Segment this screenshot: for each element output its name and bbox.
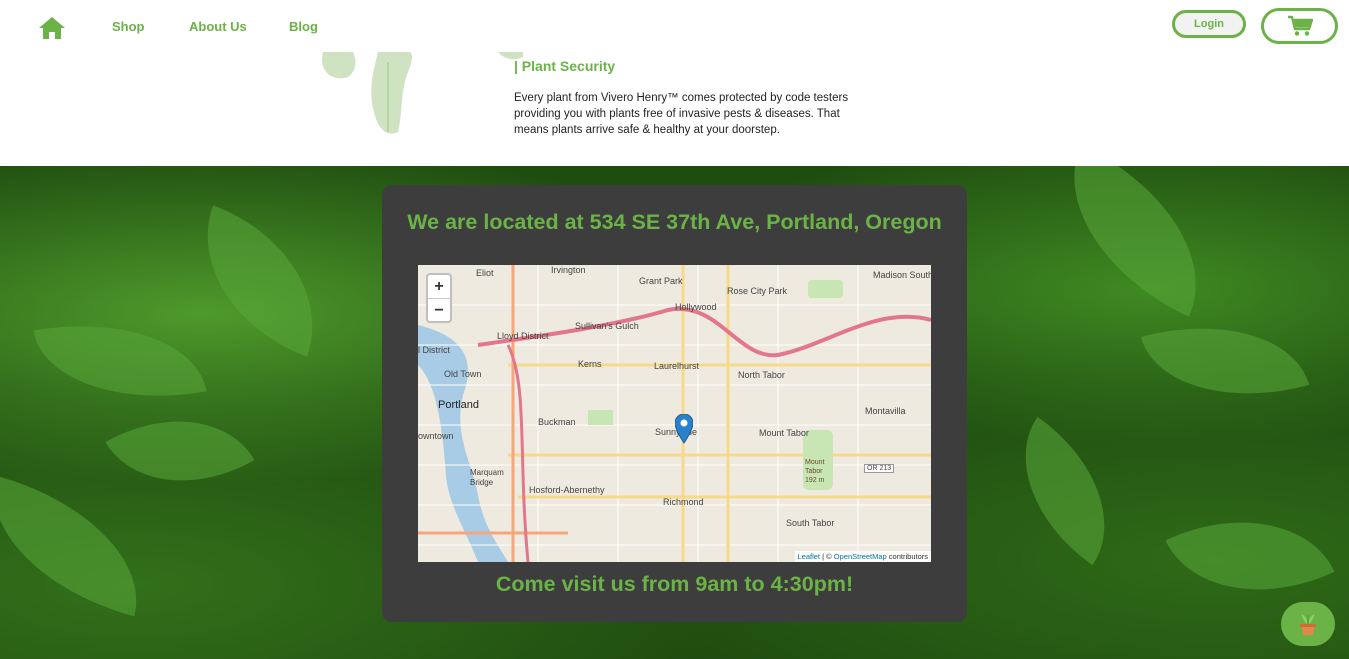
nav-link-blog[interactable]: Blog xyxy=(289,19,318,34)
zoom-in-button[interactable]: + xyxy=(428,275,450,298)
nav-link-about-us[interactable]: About Us xyxy=(189,19,247,34)
map-label: Madison South xyxy=(873,270,931,280)
zoom-control: + − xyxy=(426,273,452,323)
map-label: Rose City Park xyxy=(727,286,788,296)
decorative-plant-icon xyxy=(322,52,523,134)
map-label: North Tabor xyxy=(738,370,785,380)
map-label: Sullivan's Gulch xyxy=(575,321,639,331)
map[interactable]: Eliot Irvington Grant Park Rose City Par… xyxy=(418,265,931,562)
leaflet-link[interactable]: Leaflet xyxy=(798,552,821,561)
map-label: Richmond xyxy=(663,497,704,507)
map-label: Irvington xyxy=(551,265,586,275)
map-label: l District xyxy=(418,345,450,355)
map-label: Old Town xyxy=(444,369,482,379)
zoom-out-button[interactable]: − xyxy=(428,298,450,322)
map-label: OR 213 xyxy=(864,464,895,473)
opening-hours: Come visit us from 9am to 4:30pm! xyxy=(495,572,854,596)
map-label: South Tabor xyxy=(786,518,835,528)
map-label: owntown xyxy=(418,431,454,441)
map-label: Buckman xyxy=(538,417,576,427)
login-button[interactable]: Login xyxy=(1172,10,1246,38)
map-label: Montavilla xyxy=(865,406,906,416)
map-marker-icon[interactable] xyxy=(675,414,693,444)
map-label: Lloyd District xyxy=(497,331,549,341)
map-attribution: Leaflet | © OpenStreetMap contributors xyxy=(794,551,931,562)
osm-link[interactable]: OpenStreetMap xyxy=(834,552,887,561)
cart-icon xyxy=(1287,15,1313,36)
section-body: Every plant from Vivero Henry™ comes pro… xyxy=(514,92,849,136)
map-label: Mount Tabor xyxy=(759,428,809,438)
map-label: Hollywood xyxy=(675,302,717,312)
location-heading: We are located at 534 SE 37th Ave, Portl… xyxy=(407,210,942,234)
top-nav: Shop About Us Blog Login xyxy=(0,0,1349,52)
potted-plant-icon xyxy=(1300,614,1316,635)
location-card: We are located at 534 SE 37th Ave, Portl… xyxy=(382,185,967,622)
map-label: Mount Tabor 192 m xyxy=(805,459,825,484)
map-label: Marquam Bridge xyxy=(470,468,504,487)
plant-security-section: | Plant Security Every plant from Vivero… xyxy=(0,52,1349,166)
map-label: Hosford-Abernethy xyxy=(529,485,605,495)
map-label: Portland xyxy=(438,399,479,411)
map-label: Eliot xyxy=(476,268,494,278)
map-label: Laurelhurst xyxy=(654,361,700,371)
nav-link-shop[interactable]: Shop xyxy=(112,19,145,34)
floating-plant-button[interactable] xyxy=(1281,602,1335,646)
map-label: Kerns xyxy=(578,359,602,369)
home-icon[interactable] xyxy=(38,16,66,40)
cart-button[interactable] xyxy=(1261,8,1338,44)
section-title: | Plant Security xyxy=(514,58,616,74)
map-label: Grant Park xyxy=(639,276,683,286)
